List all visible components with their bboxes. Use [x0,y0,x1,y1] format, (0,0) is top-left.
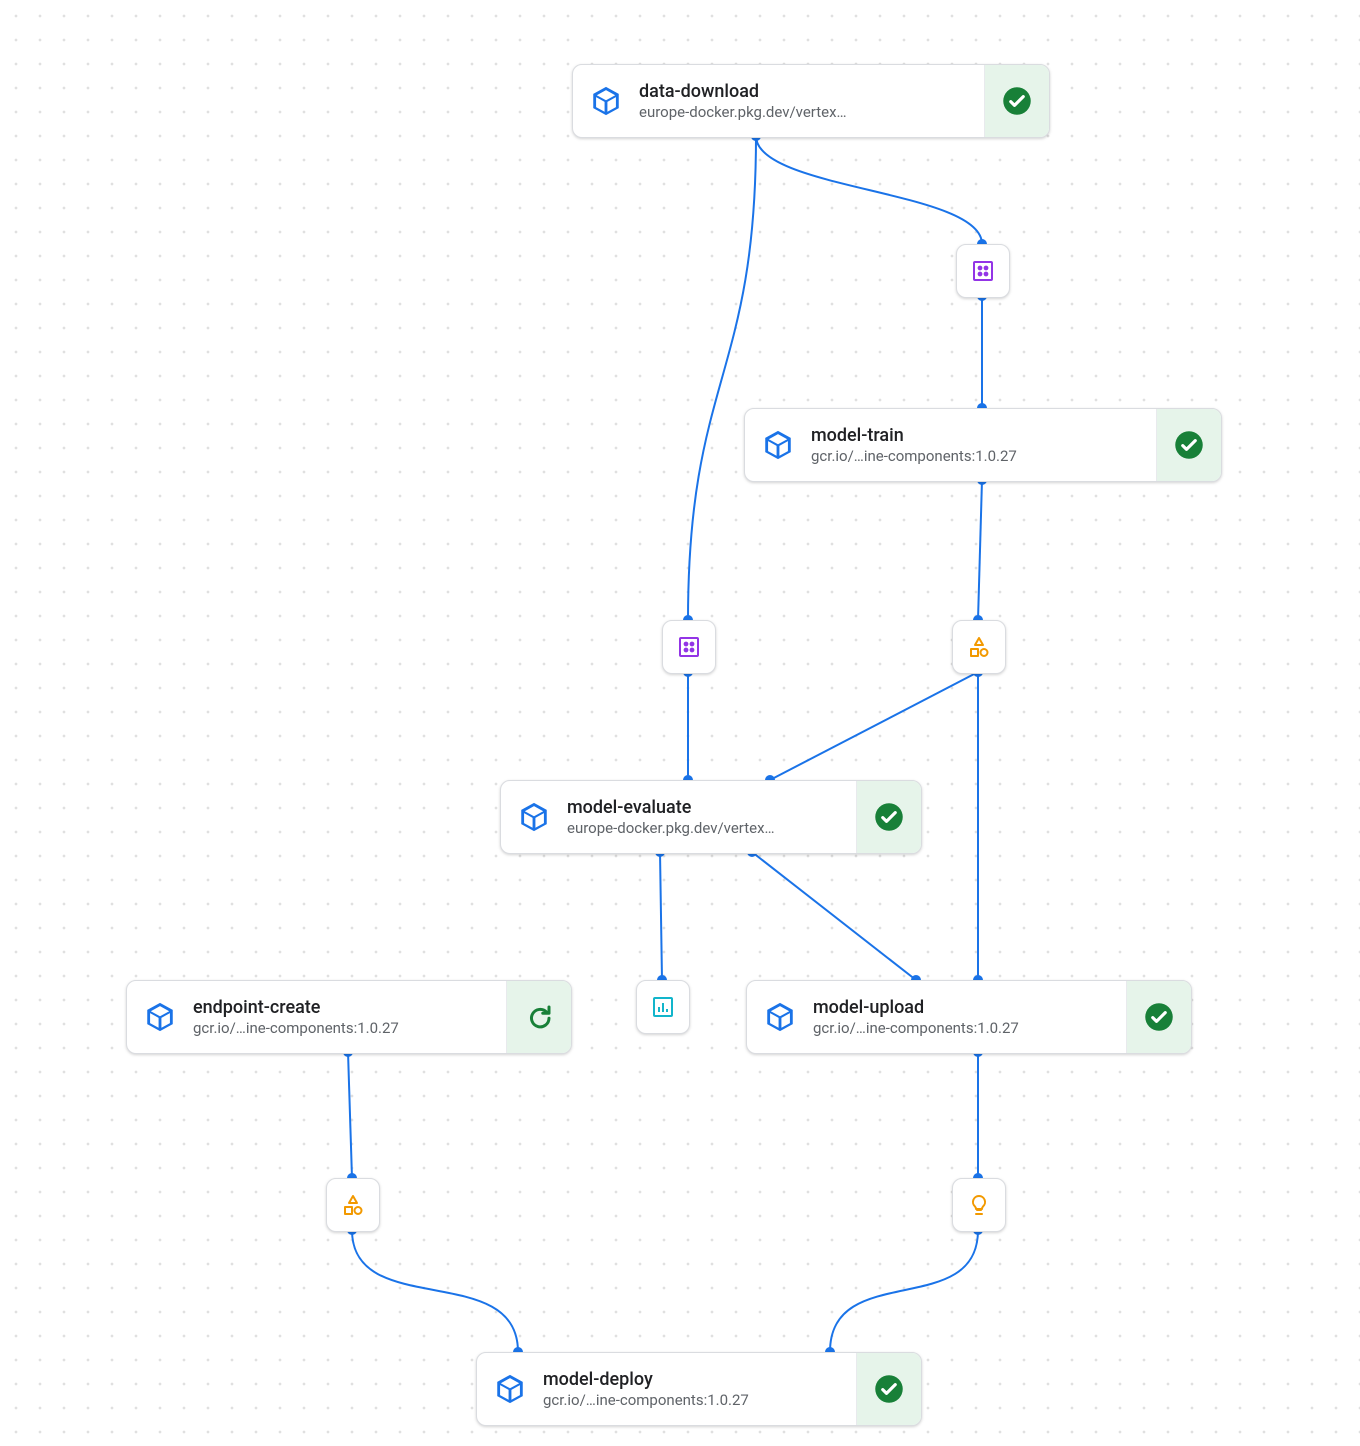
node-title: model-train [811,425,1148,447]
status-success-icon [1156,409,1221,481]
node-title: model-evaluate [567,797,848,819]
node-subtitle: gcr.io/…ine-components:1.0.27 [813,1019,1118,1038]
artifact-model-icon[interactable] [952,620,1006,674]
node-title: model-deploy [543,1369,848,1391]
cube-icon [573,65,639,137]
edges-layer [0,0,1360,1446]
node-title: data-download [639,81,976,103]
artifact-bulb-icon[interactable] [952,1178,1006,1232]
node-model-upload[interactable]: model-upload gcr.io/…ine-components:1.0.… [746,980,1192,1054]
node-subtitle: gcr.io/…ine-components:1.0.27 [193,1019,498,1038]
artifact-metrics-icon[interactable] [636,980,690,1034]
artifact-model-icon[interactable] [326,1178,380,1232]
node-data-download[interactable]: data-download europe-docker.pkg.dev/vert… [572,64,1050,138]
node-title: endpoint-create [193,997,498,1019]
cube-icon [477,1353,543,1425]
node-subtitle: europe-docker.pkg.dev/vertex… [639,103,976,122]
status-success-icon [984,65,1049,137]
node-model-train[interactable]: model-train gcr.io/…ine-components:1.0.2… [744,408,1222,482]
cube-icon [127,981,193,1053]
cube-icon [747,981,813,1053]
status-cached-icon [506,981,571,1053]
node-endpoint-create[interactable]: endpoint-create gcr.io/…ine-components:1… [126,980,572,1054]
node-subtitle: gcr.io/…ine-components:1.0.27 [811,447,1148,466]
node-model-deploy[interactable]: model-deploy gcr.io/…ine-components:1.0.… [476,1352,922,1426]
status-success-icon [1126,981,1191,1053]
artifact-dataset-icon[interactable] [662,620,716,674]
cube-icon [745,409,811,481]
status-success-icon [856,1353,921,1425]
pipeline-canvas[interactable]: data-download europe-docker.pkg.dev/vert… [0,0,1360,1446]
status-success-icon [856,781,921,853]
node-subtitle: gcr.io/…ine-components:1.0.27 [543,1391,848,1410]
artifact-dataset-icon[interactable] [956,244,1010,298]
node-title: model-upload [813,997,1118,1019]
node-subtitle: europe-docker.pkg.dev/vertex… [567,819,848,838]
cube-icon [501,781,567,853]
node-model-evaluate[interactable]: model-evaluate europe-docker.pkg.dev/ver… [500,780,922,854]
